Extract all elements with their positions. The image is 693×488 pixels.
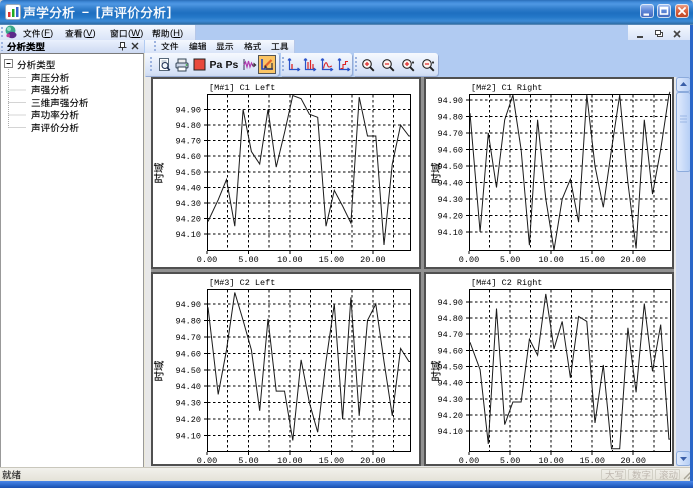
svg-text:94.90: 94.90 [437, 96, 463, 106]
svg-text:94.80: 94.80 [175, 316, 201, 326]
svg-text:[M#1] C1 Left: [M#1] C1 Left [209, 83, 275, 93]
svg-text:5.00: 5.00 [238, 255, 258, 265]
svg-text:94.70: 94.70 [437, 330, 463, 340]
svg-text:[M#4] C2 Right: [M#4] C2 Right [471, 278, 542, 288]
svg-text:94.20: 94.20 [175, 415, 201, 425]
svg-text:5.00: 5.00 [500, 456, 520, 466]
svg-text:94.90: 94.90 [175, 106, 201, 116]
svg-text:94.10: 94.10 [175, 432, 201, 442]
svg-text:94.30: 94.30 [175, 399, 201, 409]
svg-text:94.80: 94.80 [437, 113, 463, 123]
svg-text:94.70: 94.70 [437, 129, 463, 139]
svg-text:15.00: 15.00 [319, 255, 345, 265]
svg-text:94.60: 94.60 [437, 346, 463, 356]
svg-text:15.00: 15.00 [319, 456, 345, 466]
svg-text:94.60: 94.60 [175, 152, 201, 162]
svg-text:94.10: 94.10 [175, 230, 201, 240]
svg-text:94.20: 94.20 [437, 411, 463, 421]
svg-text:94.80: 94.80 [437, 314, 463, 324]
svg-text:[M#2] C1 Right: [M#2] C1 Right [471, 83, 542, 93]
svg-text:94.80: 94.80 [175, 121, 201, 131]
svg-text:20.00: 20.00 [360, 255, 386, 265]
svg-text:94.10: 94.10 [437, 427, 463, 437]
svg-text:94.70: 94.70 [175, 333, 201, 343]
svg-text:94.20: 94.20 [175, 214, 201, 224]
svg-text:10.00: 10.00 [538, 255, 564, 265]
svg-text:5.00: 5.00 [238, 456, 258, 466]
svg-text:0.00: 0.00 [459, 456, 479, 466]
svg-text:0.00: 0.00 [197, 456, 217, 466]
svg-text:94.50: 94.50 [175, 366, 201, 376]
svg-text:94.40: 94.40 [175, 382, 201, 392]
svg-text:94.30: 94.30 [175, 199, 201, 209]
svg-text:94.50: 94.50 [175, 168, 201, 178]
svg-text:[M#3] C2 Left: [M#3] C2 Left [209, 278, 275, 288]
svg-text:94.30: 94.30 [437, 395, 463, 405]
svg-text:94.70: 94.70 [175, 137, 201, 147]
svg-text:94.60: 94.60 [437, 146, 463, 156]
svg-text:94.20: 94.20 [437, 212, 463, 222]
svg-text:20.00: 20.00 [620, 255, 646, 265]
svg-text:0.00: 0.00 [459, 255, 479, 265]
svg-text:94.30: 94.30 [437, 195, 463, 205]
svg-text:20.00: 20.00 [620, 456, 646, 466]
svg-text:10.00: 10.00 [538, 456, 564, 466]
svg-text:94.40: 94.40 [175, 183, 201, 193]
svg-text:94.60: 94.60 [175, 349, 201, 359]
svg-text:94.90: 94.90 [437, 298, 463, 308]
svg-text:94.90: 94.90 [175, 300, 201, 310]
svg-text:94.10: 94.10 [437, 228, 463, 238]
svg-text:10.00: 10.00 [277, 255, 303, 265]
svg-text:5.00: 5.00 [500, 255, 520, 265]
svg-text:15.00: 15.00 [579, 456, 605, 466]
svg-text:0.00: 0.00 [197, 255, 217, 265]
svg-text:20.00: 20.00 [360, 456, 386, 466]
svg-text:15.00: 15.00 [579, 255, 605, 265]
svg-text:10.00: 10.00 [277, 456, 303, 466]
